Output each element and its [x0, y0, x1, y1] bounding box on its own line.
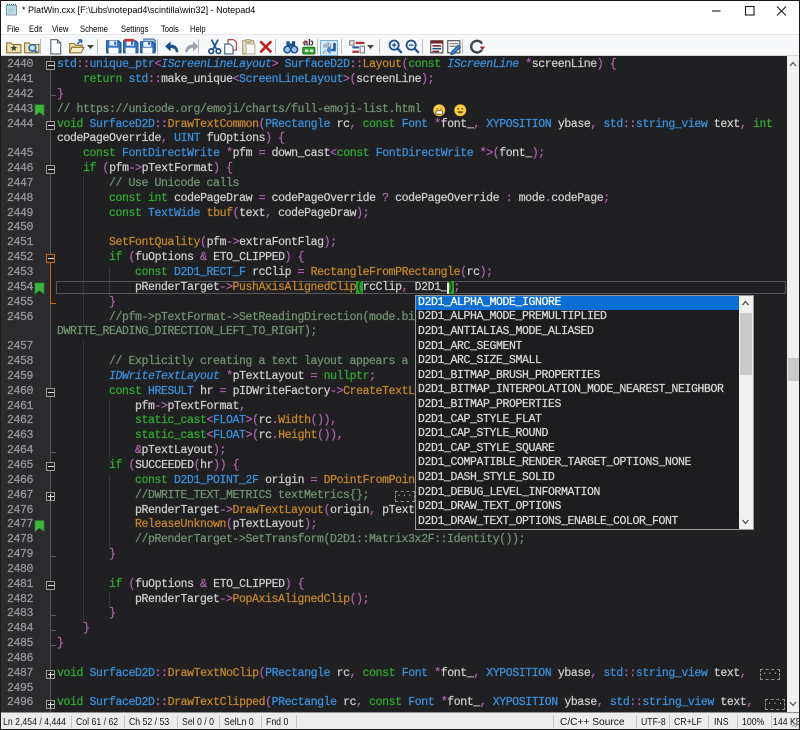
svg-text:c: c [323, 48, 327, 55]
svg-text:ab: ab [303, 38, 313, 48]
